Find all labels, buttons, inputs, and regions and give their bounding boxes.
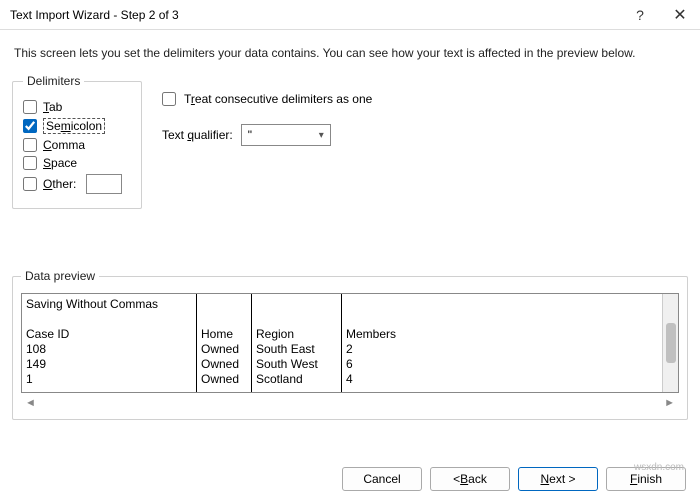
preview-col-2: Home Owned Owned Owned xyxy=(197,294,252,392)
scroll-left-icon[interactable]: ◄ xyxy=(25,397,36,409)
space-checkbox[interactable] xyxy=(23,156,37,170)
watermark-text: wsxdn.com xyxy=(634,462,684,473)
data-preview-group: Data preview Saving Without Commas Case … xyxy=(12,269,688,420)
chevron-down-icon: ▾ xyxy=(319,130,324,141)
delimiter-comma[interactable]: Comma xyxy=(23,138,131,152)
window-title: Text Import Wizard - Step 2 of 3 xyxy=(10,8,179,22)
treat-consecutive-label: Treat consecutive delimiters as one xyxy=(184,92,372,106)
text-qualifier-label: Text qualifier: xyxy=(162,128,233,142)
delimiters-legend: Delimiters xyxy=(23,74,84,88)
preview-col-1: Saving Without Commas Case ID 108 149 1 xyxy=(22,294,197,392)
delimiters-group: Delimiters Tab Semicolon Comma Space Oth… xyxy=(12,74,142,209)
semicolon-checkbox[interactable] xyxy=(23,119,37,133)
delimiter-space[interactable]: Space xyxy=(23,156,131,170)
delimiter-tab[interactable]: Tab xyxy=(23,100,131,114)
horizontal-scrollbar[interactable]: ◄ ► xyxy=(21,395,679,411)
delimiter-other[interactable]: Other: xyxy=(23,174,131,194)
comma-checkbox[interactable] xyxy=(23,138,37,152)
data-preview-legend: Data preview xyxy=(21,269,99,283)
other-input[interactable] xyxy=(86,174,122,194)
title-bar: Text Import Wizard - Step 2 of 3 ? ✕ xyxy=(0,0,700,30)
preview-col-3: Region South East South West Scotland xyxy=(252,294,342,392)
preview-area: Saving Without Commas Case ID 108 149 1 … xyxy=(21,293,679,393)
next-button[interactable]: Next > xyxy=(518,467,598,491)
close-button[interactable]: ✕ xyxy=(660,0,700,30)
other-checkbox[interactable] xyxy=(23,177,37,191)
tab-checkbox[interactable] xyxy=(23,100,37,114)
instruction-text: This screen lets you set the delimiters … xyxy=(14,46,686,60)
treat-consecutive-checkbox[interactable] xyxy=(162,92,176,106)
scroll-right-icon[interactable]: ► xyxy=(664,397,675,409)
vertical-scrollbar[interactable] xyxy=(662,294,678,392)
cancel-button[interactable]: Cancel xyxy=(342,467,422,491)
help-button[interactable]: ? xyxy=(620,0,660,30)
text-qualifier-value: " xyxy=(248,128,252,142)
back-button[interactable]: < Back xyxy=(430,467,510,491)
text-qualifier-select[interactable]: " ▾ xyxy=(241,124,331,146)
preview-col-4: Members 2 6 4 xyxy=(342,294,678,392)
delimiter-semicolon[interactable]: Semicolon xyxy=(23,118,131,134)
